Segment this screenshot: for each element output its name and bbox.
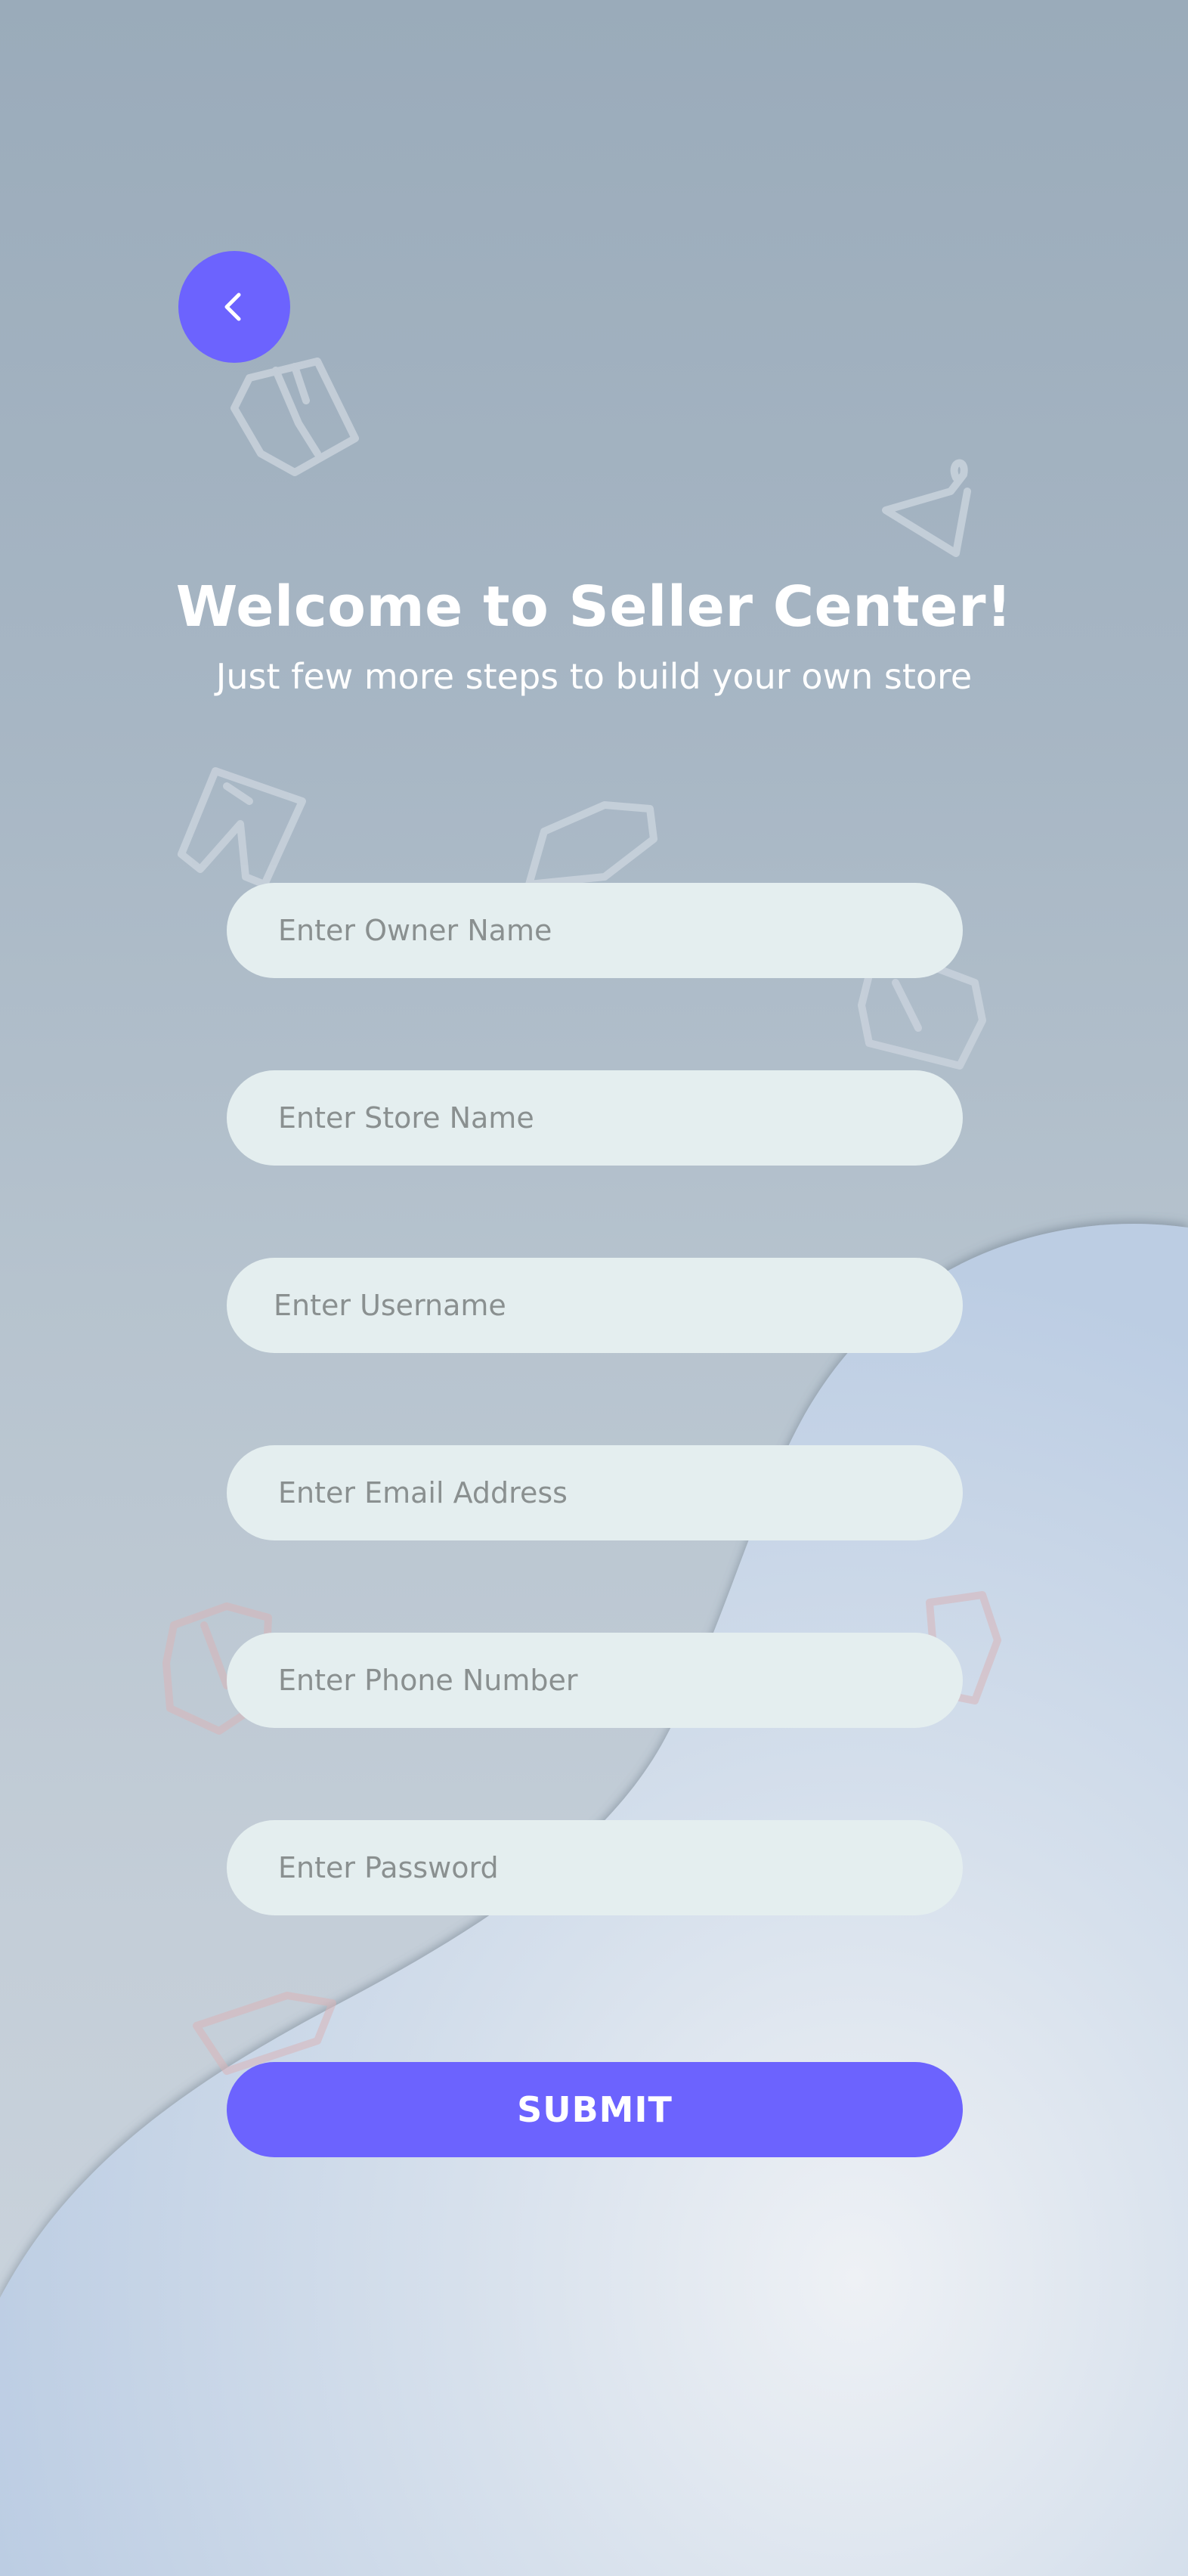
page-title: Welcome to Seller Center! bbox=[175, 574, 1013, 639]
hanger-icon bbox=[882, 459, 971, 557]
shirt-icon bbox=[525, 801, 657, 888]
submit-button[interactable]: SUBMIT bbox=[227, 2062, 963, 2157]
shirt-icon bbox=[193, 1992, 336, 2075]
jacket-icon bbox=[230, 358, 359, 476]
phone-input[interactable] bbox=[227, 1633, 963, 1728]
username-input[interactable] bbox=[227, 1258, 963, 1353]
password-input[interactable] bbox=[227, 1820, 963, 1915]
back-button[interactable] bbox=[178, 251, 290, 363]
store-name-input[interactable] bbox=[227, 1070, 963, 1166]
chevron-left-icon bbox=[224, 293, 241, 321]
owner-name-input[interactable] bbox=[227, 883, 963, 978]
page-subtitle: Just few more steps to build your own st… bbox=[215, 656, 973, 697]
pants-icon bbox=[178, 767, 306, 888]
email-input[interactable] bbox=[227, 1445, 963, 1540]
